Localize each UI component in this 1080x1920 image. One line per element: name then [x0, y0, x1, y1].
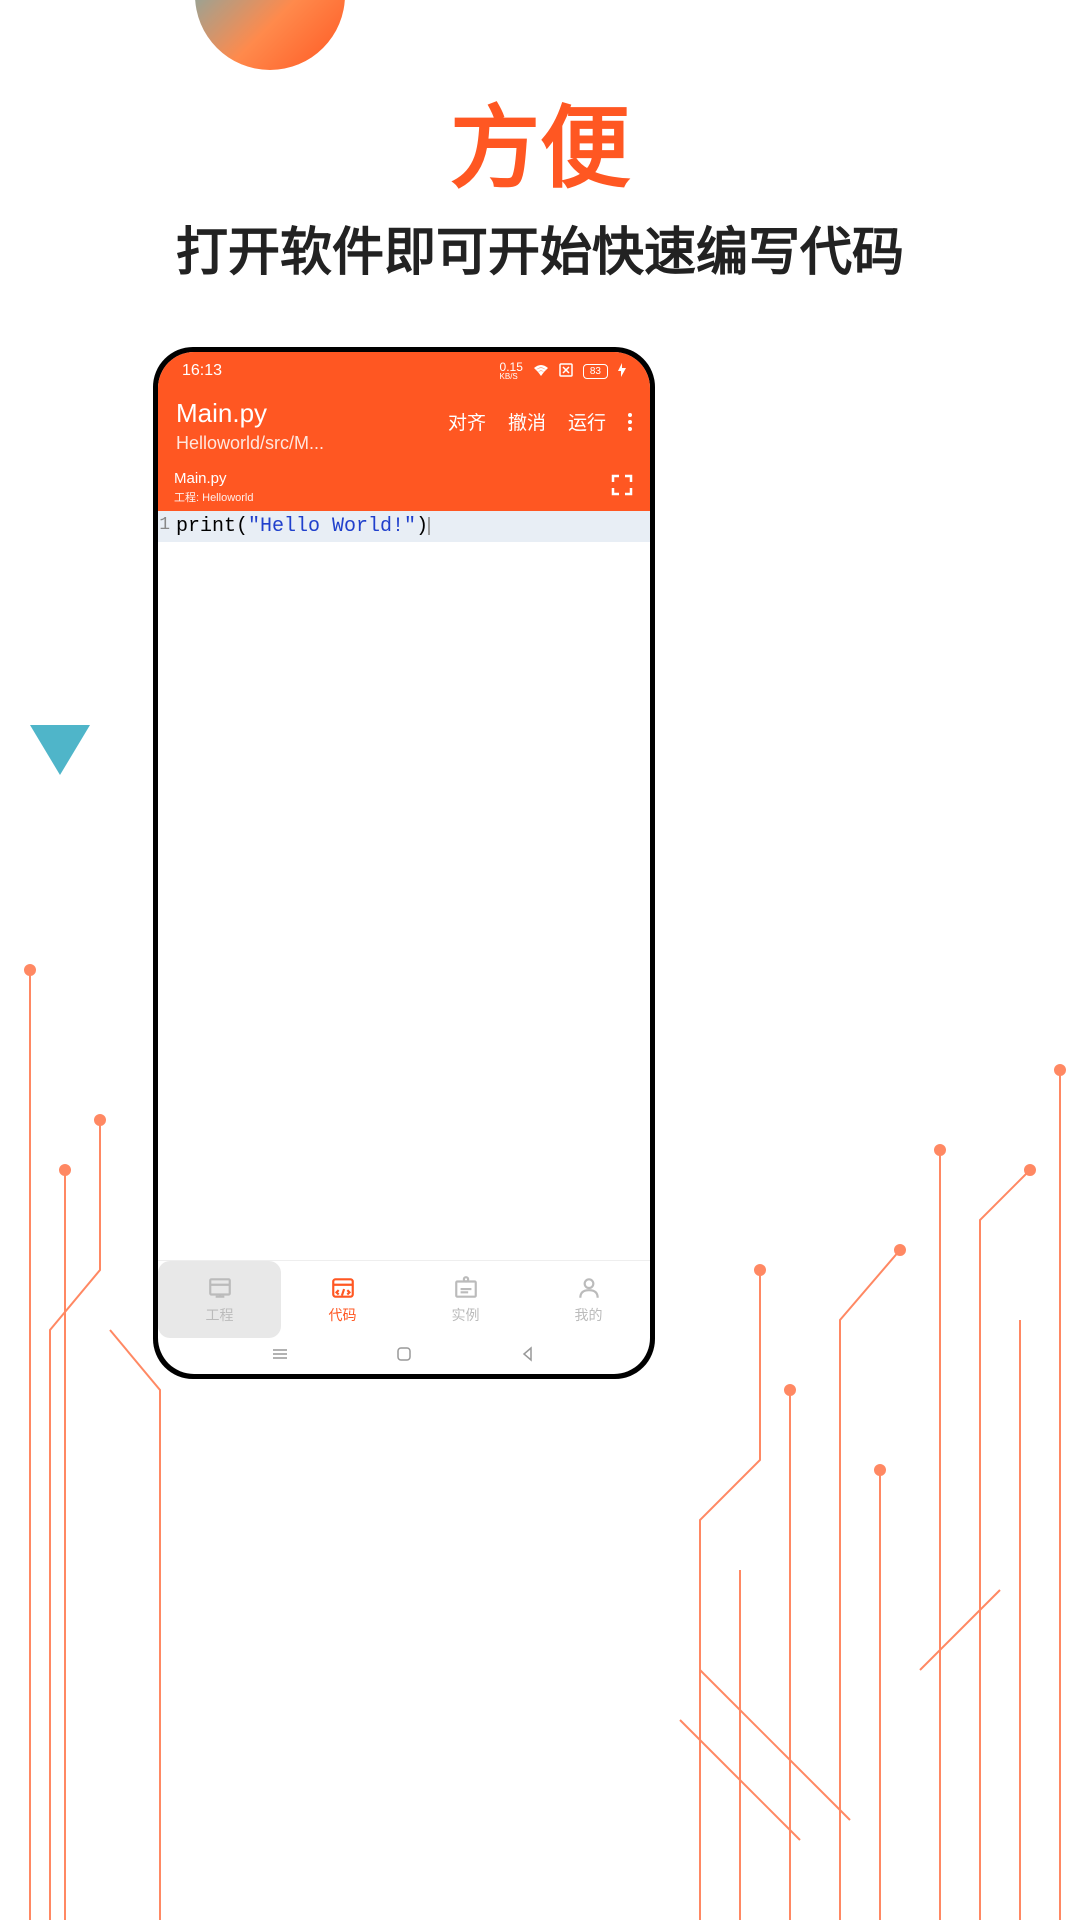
run-button[interactable]: 运行: [568, 408, 606, 435]
code-content[interactable]: print("Hello World!"): [176, 515, 650, 538]
bottom-nav: 工程 代码 实例 我的: [158, 1260, 650, 1338]
status-time: 16:13: [182, 362, 222, 380]
tab-strip: Main.py 工程: Helloworld: [158, 466, 650, 511]
code-line: 1 print("Hello World!"): [158, 511, 650, 542]
nav-code[interactable]: 代码: [281, 1261, 404, 1338]
sys-back-button[interactable]: [518, 1344, 538, 1369]
status-bar: 16:13 0.15 KB/S 83: [158, 352, 650, 390]
promo-title: 方便: [0, 75, 1080, 205]
fullscreen-button[interactable]: [610, 473, 634, 502]
active-tab[interactable]: Main.py 工程: Helloworld: [174, 470, 253, 505]
sys-home-button[interactable]: [394, 1344, 414, 1369]
phone-frame: 16:13 0.15 KB/S 83: [153, 347, 655, 1379]
nav-profile[interactable]: 我的: [527, 1261, 650, 1338]
promo-subtitle: 打开软件即可开始快速编写代码: [0, 210, 1080, 285]
header-filename: Main.py: [176, 398, 448, 429]
code-editor[interactable]: 1 print("Hello World!"): [158, 511, 650, 1260]
wifi-icon: [533, 364, 549, 379]
align-button[interactable]: 对齐: [448, 408, 486, 435]
system-nav: [158, 1338, 650, 1374]
profile-icon: [576, 1275, 602, 1301]
code-icon: [330, 1275, 356, 1301]
nav-label: 我的: [575, 1305, 603, 1325]
tab-filename: Main.py: [174, 470, 253, 487]
nav-label: 工程: [206, 1305, 234, 1325]
nav-example[interactable]: 实例: [404, 1261, 527, 1338]
network-speed: 0.15 KB/S: [500, 361, 523, 381]
undo-button[interactable]: 撤消: [508, 408, 546, 435]
tab-project: 工程: Helloworld: [174, 489, 253, 505]
app-header: Main.py Helloworld/src/M... 对齐 撤消 运行: [158, 390, 650, 466]
cursor-icon: [428, 517, 430, 535]
status-right: 0.15 KB/S 83: [500, 361, 626, 381]
line-number: 1: [158, 515, 176, 538]
example-icon: [453, 1275, 479, 1301]
nav-project[interactable]: 工程: [158, 1261, 281, 1338]
nav-label: 代码: [329, 1305, 357, 1325]
nav-label: 实例: [452, 1305, 480, 1325]
no-sim-icon: [559, 363, 573, 380]
sys-menu-button[interactable]: [270, 1344, 290, 1369]
battery-indicator: 83: [583, 364, 608, 379]
header-path: Helloworld/src/M...: [176, 433, 448, 454]
more-options-button[interactable]: [628, 413, 632, 431]
charging-icon: [618, 363, 626, 380]
phone-screen: 16:13 0.15 KB/S 83: [158, 352, 650, 1374]
project-icon: [207, 1275, 233, 1301]
header-actions: 对齐 撤消 运行: [448, 398, 632, 435]
deco-gradient-circle: [195, 0, 345, 70]
deco-triangle: [30, 725, 90, 775]
header-title-block: Main.py Helloworld/src/M...: [176, 398, 448, 454]
